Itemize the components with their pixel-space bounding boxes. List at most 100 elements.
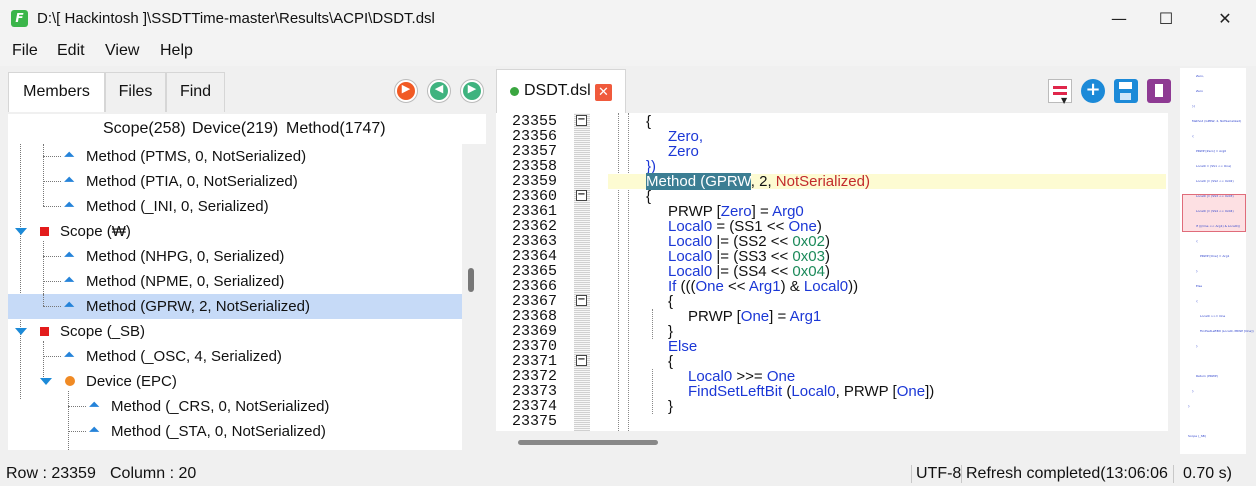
status-separator <box>1173 465 1174 483</box>
menu-file[interactable]: File <box>12 42 38 60</box>
toggle-icon[interactable]: ▼ <box>1048 79 1072 105</box>
tree-item[interactable]: ⏶ Method (_OSC, 4, Serialized) <box>8 344 462 369</box>
tree-item-label: Method (_OSC, 4, Serialized) <box>86 348 282 365</box>
code-line: Local0 |= (SS4 << 0x04) <box>668 263 830 280</box>
line-number: 23367 <box>512 293 558 310</box>
line-number: 23359 <box>512 173 558 190</box>
status-column: Column : 20 <box>110 465 197 482</box>
method-icon: ⏶ <box>89 423 100 438</box>
menu-help[interactable]: Help <box>160 42 193 60</box>
add-icon[interactable]: + <box>1081 79 1105 103</box>
menu-edit[interactable]: Edit <box>57 42 85 60</box>
tab-dsdt[interactable]: DSDT.dsl ✕ <box>496 69 626 113</box>
code-view[interactable]: 23355 23356 23357 23358 23359 23360 2336… <box>496 113 1168 431</box>
chevron-down-icon[interactable] <box>15 328 27 335</box>
code-line: Local0 >>= One <box>688 368 796 385</box>
member-tree[interactable]: ⏶ Method (PTMS, 0, NotSerialized) ⏶ Meth… <box>8 144 462 450</box>
line-number: 23366 <box>512 278 558 295</box>
status-refresh: Refresh completed(13:06:06 <box>966 465 1168 482</box>
tree-item[interactable]: ⏶ Method (NHPG, 0, Serialized) <box>8 244 462 269</box>
editor-hscroll-thumb[interactable] <box>518 440 658 445</box>
minimap-line: Scope (_SB) <box>1188 434 1206 438</box>
minimap-line: Local0 |= (SS3 << 0x03) <box>1196 194 1234 198</box>
tree-item-label: Method (_STA, 0, NotSerialized) <box>111 423 326 440</box>
tree-item-label: Method (_CRS, 0, NotSerialized) <box>111 398 330 415</box>
indent-guide <box>652 369 653 414</box>
status-time: 0.70 s) <box>1183 465 1232 482</box>
tree-item-label: Device (EPC) <box>86 373 177 390</box>
editor-hscrollbar[interactable] <box>496 431 1168 453</box>
code-line: PRWP [Zero] = Arg0 <box>668 203 804 220</box>
line-number: 23370 <box>512 338 558 355</box>
minimap-line: } <box>1192 389 1194 393</box>
tree-item[interactable]: Device (EPC) <box>8 369 462 394</box>
back-icon[interactable]: ◀ <box>427 79 451 103</box>
status-encoding: UTF-8 <box>916 465 962 482</box>
line-number: 23362 <box>512 218 558 235</box>
menu-view[interactable]: View <box>105 42 139 60</box>
status-row: Row : 23359 <box>6 465 96 482</box>
forward-icon[interactable]: ▶ <box>460 79 484 103</box>
code-line: Local0 = (SS1 << One) <box>668 218 822 235</box>
minimap-line: } <box>1188 404 1190 408</box>
indent-guide <box>618 113 619 431</box>
line-number: 23369 <box>512 323 558 340</box>
tab-find[interactable]: Find <box>166 72 225 112</box>
tab-members[interactable]: Members <box>8 72 105 112</box>
scope-icon <box>40 227 49 236</box>
tree-item[interactable]: Scope (_SB) <box>8 319 462 344</box>
minimap-line: } <box>1196 344 1198 348</box>
go-icon[interactable]: ▶ <box>394 79 418 103</box>
minimap-line: Local0 |= (SS2 << 0x02) <box>1196 179 1234 183</box>
app-icon: F <box>11 10 28 27</box>
chevron-down-icon[interactable] <box>15 228 27 235</box>
code-line: If (((One << Arg1) & Local0)) <box>668 278 859 295</box>
method-icon: ⏶ <box>64 273 75 288</box>
device-icon <box>65 376 75 386</box>
tab-files[interactable]: Files <box>105 72 166 112</box>
tree-item[interactable]: ⏶ Method (PTIA, 0, NotSerialized) <box>8 169 462 194</box>
code-line: Else <box>668 338 698 355</box>
indent-guide <box>628 113 629 431</box>
maximize-button[interactable]: ☐ <box>1143 4 1189 34</box>
fold-toggle-icon[interactable]: − <box>576 190 587 201</box>
save-icon[interactable] <box>1114 79 1138 103</box>
method-icon: ⏶ <box>64 248 75 263</box>
menu-bar: File Edit View Help <box>0 38 1256 66</box>
fold-toggle-icon[interactable]: − <box>576 355 587 366</box>
code-line: }) <box>646 158 657 175</box>
tree-item[interactable]: Scope (₩) <box>8 219 462 244</box>
minimap-line: { <box>1196 299 1198 303</box>
code-line: } <box>668 323 674 340</box>
line-number: 23361 <box>512 203 558 220</box>
tree-item[interactable]: ⏶ Method (PTMS, 0, NotSerialized) <box>8 144 462 169</box>
fold-toggle-icon[interactable]: − <box>576 115 587 126</box>
fold-toggle-icon[interactable]: − <box>576 295 587 306</box>
minimap[interactable] <box>1180 68 1246 454</box>
tree-scroll-thumb[interactable] <box>468 268 474 292</box>
tree-item[interactable]: ⏶ Method (NPME, 0, Serialized) <box>8 269 462 294</box>
code-line: } <box>668 398 674 415</box>
window-title: D:\[ Hackintosh ]\SSDTTime-master\Result… <box>37 10 435 27</box>
close-tab-icon[interactable]: ✕ <box>595 84 612 101</box>
code-line: PRWP [One] = Arg1 <box>688 308 822 325</box>
tree-scrollbar[interactable] <box>462 144 486 450</box>
tree-item[interactable]: ⏶ Method (_CRS, 0, NotSerialized) <box>8 394 462 419</box>
minimap-line: FindSetLeftBit (Local0, PRWP [One]) <box>1200 329 1254 333</box>
tree-item-label: Method (NPME, 0, Serialized) <box>86 273 285 290</box>
line-number: 23364 <box>512 248 558 265</box>
status-separator <box>911 465 912 483</box>
tree-item[interactable]: ⏶ Method (_INI, 0, Serialized) <box>8 194 462 219</box>
bookmark-icon[interactable] <box>1147 79 1171 103</box>
close-button[interactable]: ✕ <box>1202 4 1248 34</box>
tree-item[interactable]: ⏶ Method (_STA, 0, NotSerialized) <box>8 419 462 444</box>
minimize-button[interactable]: — <box>1096 4 1142 34</box>
chevron-down-icon[interactable] <box>40 378 52 385</box>
tree-item-label: Method (PTIA, 0, NotSerialized) <box>86 173 298 190</box>
tree-item-label: Method (_INI, 0, Serialized) <box>86 198 269 215</box>
code-line: Local0 |= (SS3 << 0x03) <box>668 248 830 265</box>
fold-margin[interactable] <box>574 113 590 431</box>
line-number: 23363 <box>512 233 558 250</box>
tree-item-selected[interactable]: ⏶ Method (GPRW, 2, NotSerialized) <box>8 294 462 319</box>
minimap-line: PRWP [Zero] = Arg0 <box>1196 149 1227 153</box>
